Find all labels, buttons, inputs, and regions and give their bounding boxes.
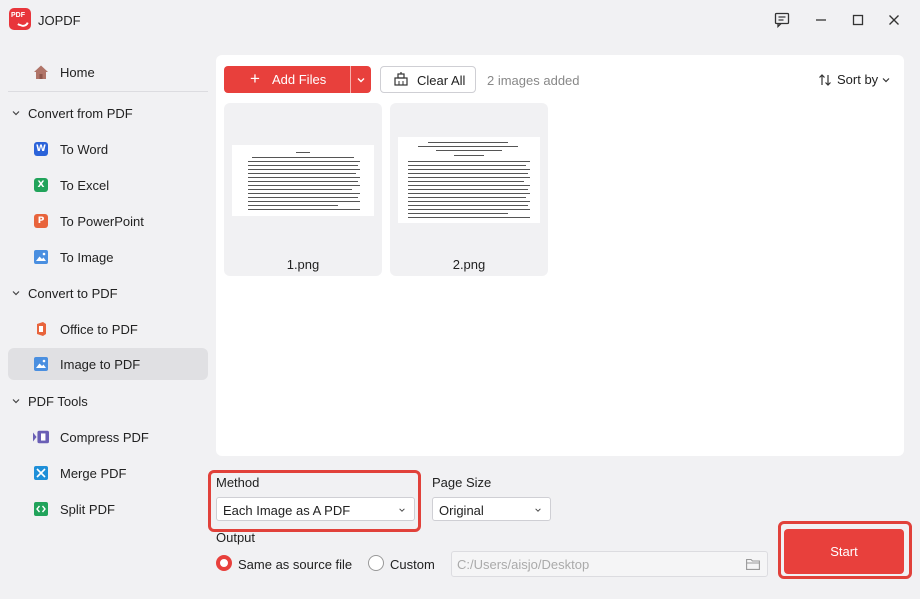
powerpoint-icon: P [33,213,49,229]
page-size-select[interactable]: Original [432,497,551,521]
minimize-icon[interactable] [810,9,832,31]
output-same-label[interactable]: Same as source file [238,557,352,572]
file-card[interactable]: 1.png [224,103,382,276]
sidebar-item-office-to-pdf[interactable]: Office to PDF [8,313,208,345]
output-path-field[interactable] [451,551,768,577]
sidebar-item-compress-pdf[interactable]: Compress PDF [8,421,208,453]
sidebar-item-split-pdf[interactable]: Split PDF [8,493,208,525]
start-button[interactable]: Start [784,529,904,574]
maximize-icon[interactable] [847,9,869,31]
section-convert-to-pdf[interactable]: Convert to PDF [8,278,208,308]
chevron-down-icon [882,77,890,82]
section-label: Convert from PDF [28,105,133,121]
file-name: 2.png [452,257,486,272]
word-icon: W [33,141,49,157]
sidebar-item-label: Image to PDF [60,356,141,372]
section-label: Convert to PDF [28,285,118,301]
file-name: 1.png [286,257,320,272]
sidebar-item-label: Home [60,64,95,80]
sidebar-item-label: To Excel [60,177,110,193]
sidebar-item-to-excel[interactable]: X To Excel [8,169,208,201]
clear-all-button[interactable]: Clear All [380,66,476,93]
output-label: Output [216,530,256,545]
output-path-input[interactable] [457,556,737,572]
sidebar-item-label: Office to PDF [60,321,138,337]
method-label: Method [216,475,260,490]
sort-by-label: Sort by [837,72,879,87]
app-logo-icon: PDF [9,8,31,30]
sidebar-item-to-word[interactable]: W To Word [8,133,208,165]
add-files-label: Add Files [272,72,327,87]
clear-icon [394,72,408,86]
sidebar-divider [8,91,208,92]
sort-icon [819,73,831,86]
output-custom-label[interactable]: Custom [390,557,435,572]
sidebar-item-label: Compress PDF [60,429,149,445]
office-icon [33,321,49,337]
sort-by-button[interactable]: Sort by [818,72,891,87]
output-custom-radio[interactable] [368,555,384,571]
file-panel: + Add Files Clear All 2 images added Sor… [216,55,904,456]
sidebar-item-merge-pdf[interactable]: Merge PDF [8,457,208,489]
title-bar: PDF JOPDF [0,0,920,40]
excel-icon: X [33,177,49,193]
file-thumbnail [232,145,374,216]
sidebar-item-to-image[interactable]: To Image [8,241,208,273]
folder-icon[interactable] [746,558,760,570]
merge-icon [33,465,49,481]
chevron-down-icon [357,77,365,82]
sidebar-item-label: To Word [60,141,109,157]
sidebar-item-to-powerpoint[interactable]: P To PowerPoint [8,205,208,237]
method-select[interactable]: Each Image as A PDF [216,497,415,521]
page-size-label: Page Size [432,475,492,490]
sidebar-item-label: Merge PDF [60,465,127,481]
plus-icon: + [250,69,260,88]
sidebar-item-label: Split PDF [60,501,115,517]
section-label: PDF Tools [28,393,88,409]
chevron-down-icon [399,508,405,512]
sidebar-item-home[interactable]: Home [8,56,208,88]
page-size-value: Original [439,503,484,518]
sidebar-item-label: To PowerPoint [60,213,144,229]
image-count-text: 2 images added [487,73,580,88]
output-same-radio[interactable] [216,555,232,571]
image-icon [33,249,49,265]
add-files-dropdown-button[interactable] [350,66,371,93]
chevron-down-icon [12,291,20,296]
image-icon [33,356,49,372]
split-icon [33,501,49,517]
home-icon [33,64,49,80]
app-title: JOPDF [38,13,81,28]
method-value: Each Image as A PDF [223,503,351,518]
add-files-button[interactable]: + Add Files [224,66,350,93]
close-icon[interactable] [883,9,905,31]
sidebar-item-label: To Image [60,249,114,265]
clear-all-label: Clear All [417,73,466,88]
chevron-down-icon [535,508,541,512]
feedback-icon[interactable] [771,9,793,31]
chevron-down-icon [12,111,20,116]
section-convert-from-pdf[interactable]: Convert from PDF [8,98,208,128]
file-thumbnail [398,137,540,223]
file-card[interactable]: 2.png [390,103,548,276]
chevron-down-icon [12,399,20,404]
compress-icon [33,429,49,445]
sidebar-item-image-to-pdf[interactable]: Image to PDF [8,348,208,380]
section-pdf-tools[interactable]: PDF Tools [8,386,208,416]
